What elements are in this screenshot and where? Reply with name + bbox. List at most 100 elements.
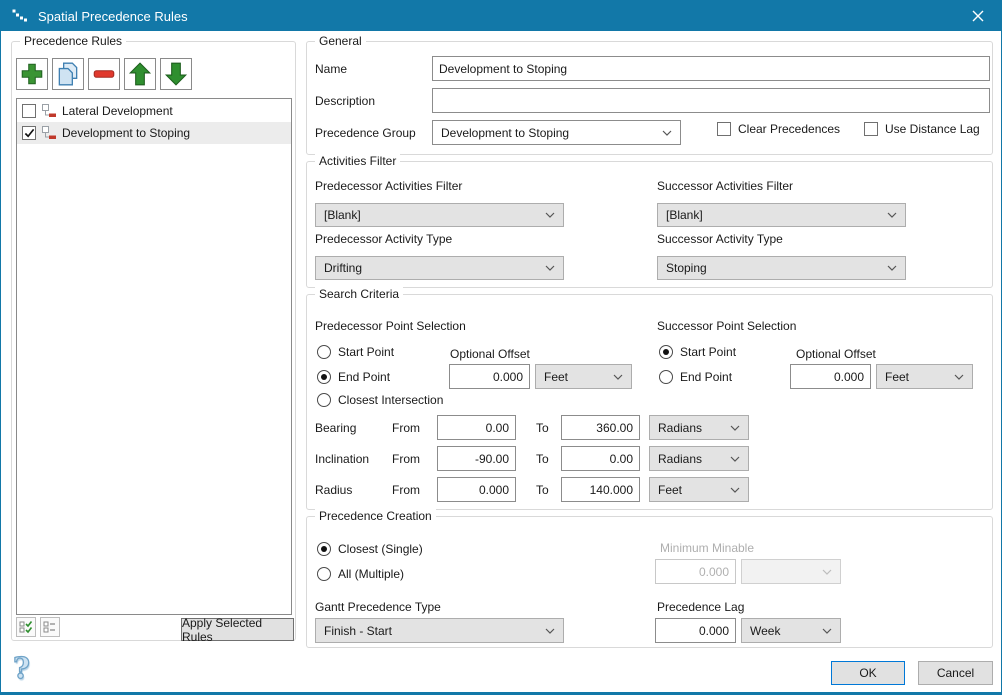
group-label: Activities Filter	[315, 154, 400, 168]
radio-icon	[317, 345, 331, 359]
chevron-down-icon	[822, 569, 832, 575]
bearing-unit-select[interactable]: Radians	[649, 415, 749, 440]
precedence-creation-group: Precedence Creation Closest (Single) All…	[306, 516, 993, 648]
chevron-down-icon	[545, 628, 555, 634]
chevron-down-icon	[730, 487, 740, 493]
help-icon: ?	[13, 651, 30, 685]
predecessor-activity-type-label: Predecessor Activity Type	[315, 232, 452, 246]
general-group: General Name Development to Stoping Desc…	[306, 41, 993, 155]
precedence-lag-unit-select[interactable]: Week	[741, 618, 841, 643]
description-input[interactable]	[432, 88, 990, 113]
help-button[interactable]: ?	[13, 654, 30, 682]
predecessor-offset-unit-select[interactable]: Feet	[535, 364, 632, 389]
to-label: To	[536, 452, 549, 466]
successor-offset-input[interactable]: 0.000	[790, 364, 871, 389]
ok-button[interactable]: OK	[831, 661, 905, 685]
checkbox-icon	[864, 122, 878, 136]
predecessor-activities-filter-label: Predecessor Activities Filter	[315, 179, 462, 193]
remove-icon	[91, 61, 117, 87]
chevron-down-icon	[662, 130, 672, 136]
group-label: Precedence Rules	[20, 34, 126, 48]
close-icon	[972, 10, 984, 22]
group-label: General	[315, 34, 366, 48]
spatial-precedence-rules-dialog: Spatial Precedence Rules Precedence Rule…	[0, 0, 1002, 695]
rule-checkbox[interactable]	[22, 126, 36, 140]
copy-rule-button[interactable]	[52, 58, 84, 90]
description-label: Description	[315, 94, 375, 108]
move-up-button[interactable]	[124, 58, 156, 90]
apply-selected-rules-button[interactable]: Apply Selected Rules	[181, 618, 294, 641]
predecessor-activity-type-select[interactable]: Drifting	[315, 256, 564, 280]
radius-unit-select[interactable]: Feet	[649, 477, 749, 502]
radio-predecessor-closest-intersection[interactable]: Closest Intersection	[317, 393, 443, 407]
close-button[interactable]	[955, 1, 1001, 31]
rule-checkbox[interactable]	[22, 104, 36, 118]
group-label: Search Criteria	[315, 287, 403, 301]
radio-icon	[317, 542, 331, 556]
use-distance-lag-checkbox[interactable]: Use Distance Lag	[864, 122, 980, 136]
radio-closest-single[interactable]: Closest (Single)	[317, 542, 423, 556]
predecessor-offset-input[interactable]: 0.000	[449, 364, 530, 389]
bearing-from-input[interactable]: 0.00	[437, 415, 516, 440]
radius-to-input[interactable]: 140.000	[561, 477, 640, 502]
uncheck-all-button[interactable]	[40, 617, 60, 637]
bearing-to-input[interactable]: 360.00	[561, 415, 640, 440]
check-all-button[interactable]	[16, 617, 36, 637]
rule-label: Development to Stoping	[62, 126, 190, 140]
remove-rule-button[interactable]	[88, 58, 120, 90]
rules-list[interactable]: Lateral Development Development to Stopi…	[16, 98, 292, 615]
successor-activity-type-select[interactable]: Stoping	[657, 256, 906, 280]
successor-activities-filter-select[interactable]: [Blank]	[657, 203, 906, 227]
radius-label: Radius	[315, 483, 352, 497]
from-label: From	[392, 452, 420, 466]
predecessor-optional-offset-label: Optional Offset	[450, 347, 530, 361]
name-label: Name	[315, 62, 347, 76]
rule-row-lateral-development[interactable]: Lateral Development	[17, 100, 291, 122]
inclination-from-input[interactable]: -90.00	[437, 446, 516, 471]
chevron-down-icon	[730, 425, 740, 431]
from-label: From	[392, 421, 420, 435]
checkbox-icon	[717, 122, 731, 136]
rule-row-development-to-stoping[interactable]: Development to Stoping	[17, 122, 291, 144]
clear-precedences-checkbox[interactable]: Clear Precedences	[717, 122, 840, 136]
radio-successor-start-point[interactable]: Start Point	[659, 345, 736, 359]
precedence-rule-icon	[41, 103, 57, 119]
predecessor-activities-filter-select[interactable]: [Blank]	[315, 203, 564, 227]
radius-from-input[interactable]: 0.000	[437, 477, 516, 502]
uncheck-all-icon	[43, 620, 57, 634]
cancel-button[interactable]: Cancel	[918, 661, 993, 685]
chevron-down-icon	[822, 628, 832, 634]
minimum-minable-unit-select	[741, 559, 841, 584]
check-all-icon	[19, 620, 33, 634]
gantt-precedence-type-label: Gantt Precedence Type	[315, 600, 441, 614]
move-down-icon	[163, 61, 189, 87]
window-title: Spatial Precedence Rules	[38, 9, 188, 24]
precedence-group-select[interactable]: Development to Stoping	[432, 120, 681, 145]
radio-icon	[659, 345, 673, 359]
inclination-to-input[interactable]: 0.00	[561, 446, 640, 471]
radio-all-multiple[interactable]: All (Multiple)	[317, 567, 404, 581]
precedence-lag-input[interactable]: 0.000	[655, 618, 736, 643]
successor-activities-filter-label: Successor Activities Filter	[657, 179, 793, 193]
successor-offset-unit-select[interactable]: Feet	[876, 364, 973, 389]
precedence-rules-group: Precedence Rules	[11, 41, 296, 641]
rule-label: Lateral Development	[62, 104, 173, 118]
inclination-unit-select[interactable]: Radians	[649, 446, 749, 471]
add-icon	[19, 61, 45, 87]
radio-predecessor-end-point[interactable]: End Point	[317, 370, 390, 384]
checkmark-icon	[24, 128, 35, 139]
gantt-precedence-type-select[interactable]: Finish - Start	[315, 618, 564, 643]
titlebar: Spatial Precedence Rules	[1, 1, 1001, 31]
chevron-down-icon	[887, 212, 897, 218]
minimum-minable-input: 0.000	[655, 559, 736, 584]
predecessor-point-selection-label: Predecessor Point Selection	[315, 319, 466, 333]
name-input[interactable]: Development to Stoping	[432, 56, 990, 81]
from-label: From	[392, 483, 420, 497]
add-rule-button[interactable]	[16, 58, 48, 90]
chevron-down-icon	[613, 374, 623, 380]
radio-predecessor-start-point[interactable]: Start Point	[317, 345, 394, 359]
radio-successor-end-point[interactable]: End Point	[659, 370, 732, 384]
move-up-icon	[127, 61, 153, 87]
move-down-button[interactable]	[160, 58, 192, 90]
precedence-group-label: Precedence Group	[315, 126, 416, 140]
